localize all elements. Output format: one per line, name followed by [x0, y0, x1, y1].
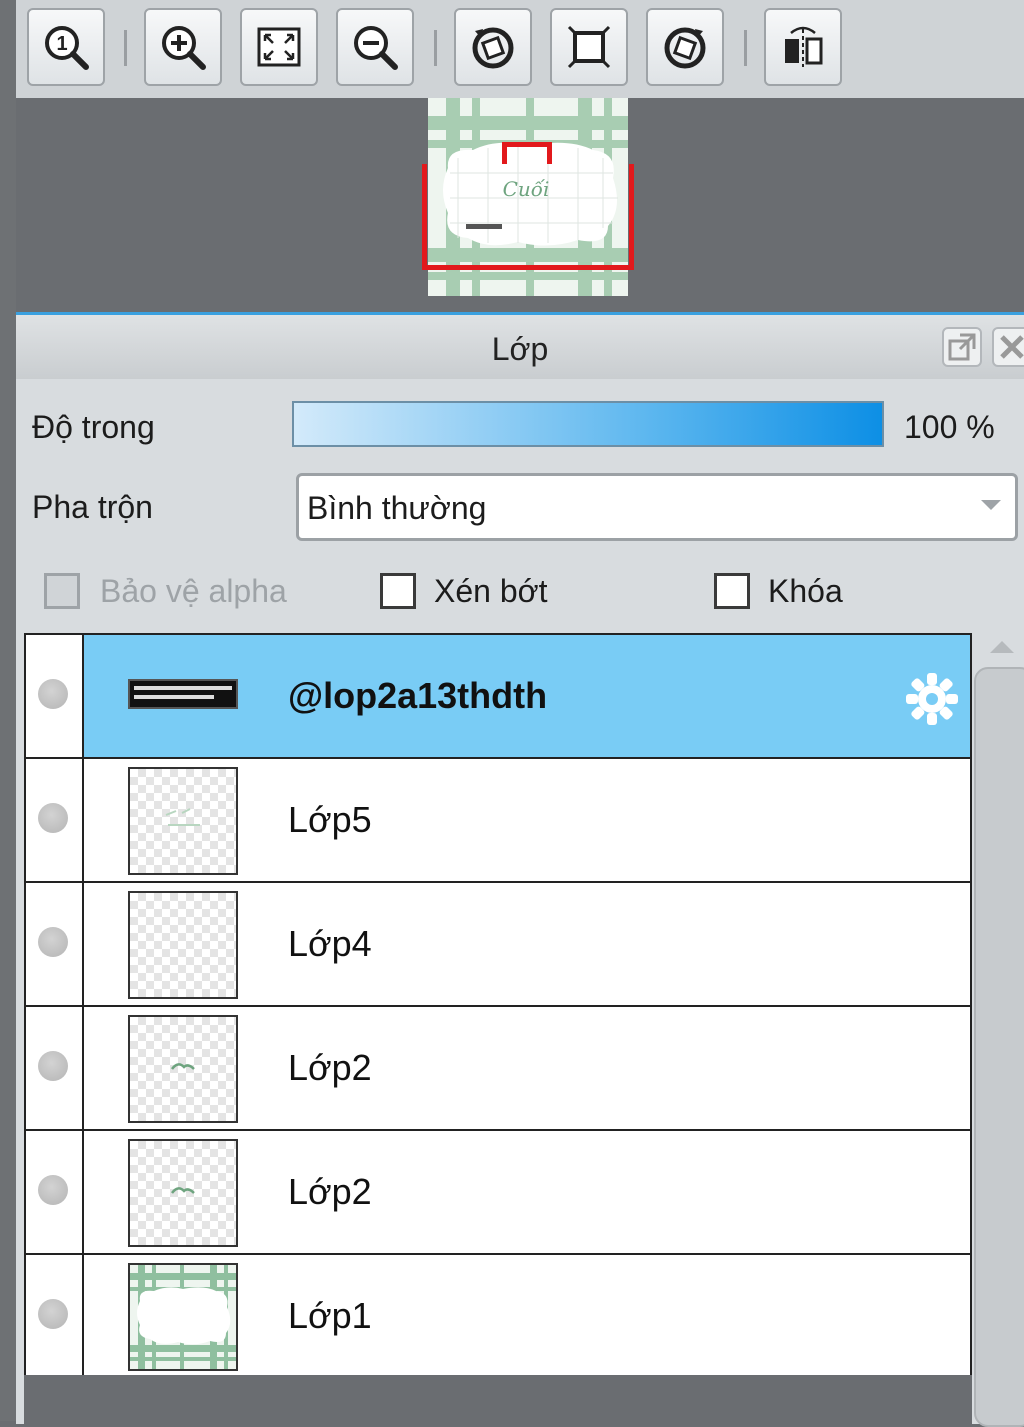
- visibility-dot-icon: [38, 1175, 68, 1205]
- panel-header: Lớp: [16, 315, 1024, 379]
- lock-checkbox[interactable]: [714, 573, 750, 609]
- layer-name[interactable]: Lớp4: [288, 923, 372, 965]
- layer-name[interactable]: Lớp2: [288, 1047, 372, 1089]
- zoom-actual-size-button[interactable]: 1: [27, 8, 105, 86]
- visibility-toggle[interactable]: [26, 1255, 84, 1375]
- visibility-dot-icon: [38, 1051, 68, 1081]
- layer-row[interactable]: Lớp4: [26, 883, 970, 1007]
- flip-horizontal-icon: [785, 26, 823, 67]
- layer-row[interactable]: Lớp5: [26, 759, 970, 883]
- layer-thumbnail: [128, 1015, 238, 1123]
- blend-mode-select[interactable]: Bình thường: [296, 473, 1018, 541]
- reset-view-icon: [567, 25, 611, 69]
- visibility-dot-icon: [38, 1299, 68, 1329]
- visibility-toggle[interactable]: [26, 759, 84, 881]
- lock-label: Khóa: [768, 573, 843, 609]
- zoom-out-icon: [354, 26, 398, 70]
- layer-thumbnail: [128, 1139, 238, 1247]
- opacity-slider[interactable]: [292, 401, 884, 447]
- fit-to-window-button[interactable]: [240, 8, 318, 86]
- rotate-left-icon: [472, 27, 514, 69]
- layer-name[interactable]: Lớp1: [288, 1295, 372, 1337]
- blend-mode-label: Pha trộn: [32, 489, 153, 525]
- layer-name[interactable]: Lớp5: [288, 799, 372, 841]
- layer-thumbnail: [128, 891, 238, 999]
- navigator-preview[interactable]: Cuối: [16, 98, 1024, 310]
- close-icon: [1000, 335, 1024, 359]
- zoom-actual-size-icon: 1: [45, 26, 89, 70]
- protect-alpha-checkbox[interactable]: [44, 573, 80, 609]
- navigator-toolbar: 1: [16, 0, 1024, 98]
- chevron-down-icon: [981, 500, 1001, 510]
- scrollbar-thumb[interactable]: [974, 667, 1024, 1427]
- layer-name[interactable]: Lớp2: [288, 1171, 372, 1213]
- opacity-value: 100 %: [904, 409, 995, 445]
- clipping-checkbox[interactable]: [380, 573, 416, 609]
- blend-mode-value: Bình thường: [307, 490, 487, 526]
- close-panel-button[interactable]: [992, 327, 1024, 367]
- protect-alpha-label: Bảo vệ alpha: [100, 573, 287, 609]
- zoom-in-button[interactable]: [144, 8, 222, 86]
- toolbar-separator: [434, 30, 437, 66]
- visibility-dot-icon: [38, 679, 68, 709]
- layer-row[interactable]: Lớp2: [26, 1131, 970, 1255]
- layer-row[interactable]: @lop2a13thdth: [26, 635, 970, 759]
- rotate-right-button[interactable]: [646, 8, 724, 86]
- layer-panel: Lớp Độ trong 100 % Pha trộn Bình thường …: [16, 312, 1024, 1427]
- gear-icon[interactable]: [904, 671, 960, 727]
- layer-thumbnail: [128, 679, 238, 709]
- app-window: 1 Cuối Lớp Độ trong 100 % Pha trộn Bình …: [0, 0, 1024, 1427]
- flip-horizontal-button[interactable]: [764, 8, 842, 86]
- layer-thumbnail: [128, 767, 238, 875]
- layer-thumbnail: [128, 1263, 238, 1371]
- opacity-label: Độ trong: [32, 409, 155, 445]
- layer-row[interactable]: Lớp2: [26, 1007, 970, 1131]
- zoom-in-icon: [162, 26, 206, 70]
- reset-view-button[interactable]: [550, 8, 628, 86]
- visibility-dot-icon: [38, 927, 68, 957]
- visibility-dot-icon: [38, 803, 68, 833]
- fit-to-window-icon: [257, 27, 301, 67]
- visibility-toggle[interactable]: [26, 1007, 84, 1129]
- toolbar-separator: [124, 30, 127, 66]
- svg-text:1: 1: [56, 33, 67, 55]
- clipping-label: Xén bớt: [434, 573, 548, 609]
- layer-list-empty-area: [24, 1375, 972, 1424]
- rotate-right-icon: [664, 27, 706, 69]
- visibility-toggle[interactable]: [26, 883, 84, 1005]
- detach-panel-button[interactable]: [942, 327, 982, 367]
- left-panel-edge: [0, 0, 16, 1421]
- visibility-toggle[interactable]: [26, 1131, 84, 1253]
- scroll-up-arrow-icon[interactable]: [990, 641, 1014, 653]
- navigator-view-frame-top: [502, 142, 552, 164]
- detach-icon: [948, 333, 976, 361]
- zoom-out-button[interactable]: [336, 8, 414, 86]
- layer-row[interactable]: Lớp1: [26, 1255, 970, 1375]
- navigator-view-frame[interactable]: [422, 164, 634, 270]
- panel-title: Lớp: [491, 331, 549, 367]
- layer-list: @lop2a13thdth Lớp5 Lớp4 Lớp2 Lớp2 Lớp1: [24, 633, 972, 1375]
- rotate-left-button[interactable]: [454, 8, 532, 86]
- toolbar-separator: [744, 30, 747, 66]
- visibility-toggle[interactable]: [26, 635, 84, 757]
- layer-name[interactable]: @lop2a13thdth: [288, 675, 547, 717]
